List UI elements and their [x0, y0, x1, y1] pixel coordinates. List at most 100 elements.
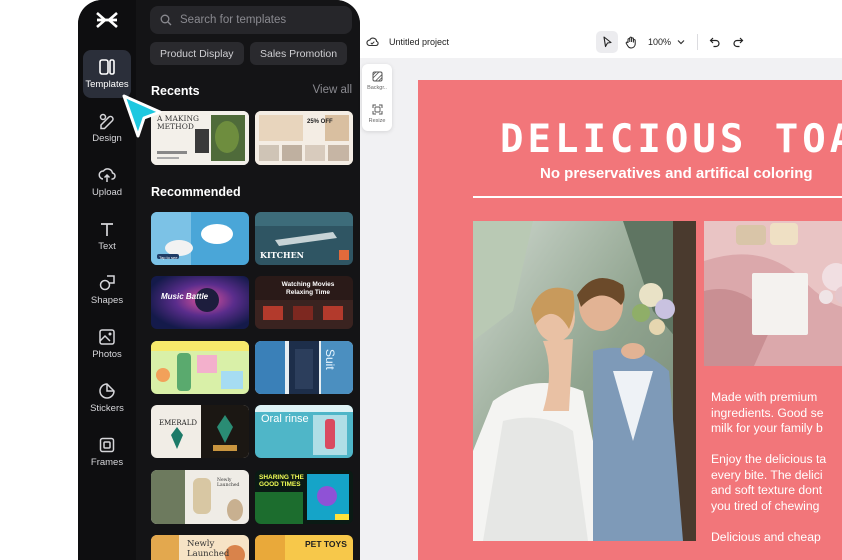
design-body-line[interactable]: ingredients. Good se	[711, 406, 823, 422]
accessories-photo[interactable]	[704, 221, 842, 366]
design-icon	[99, 113, 114, 130]
capcut-logo-icon	[96, 12, 118, 28]
thumb-text: Oral rinse	[261, 413, 309, 425]
resize-icon	[372, 104, 382, 115]
thumb-text: A MAKING METHOD	[157, 114, 200, 131]
frames-icon	[99, 437, 115, 453]
thumb-text: EMERALD	[159, 419, 197, 427]
recommended-template-thumb[interactable]: SHARING THE GOOD TIMES	[255, 470, 353, 524]
background-icon	[372, 71, 382, 82]
recommended-heading: Recommended	[151, 185, 241, 199]
sidebar-item-templates[interactable]: Templates	[83, 50, 131, 98]
thumb-text: Tap to see	[159, 255, 178, 260]
design-body-line[interactable]: Enjoy the delicious ta	[711, 452, 826, 468]
canvas-tool-panel: Backgr.. Resize	[362, 64, 392, 131]
undo-icon[interactable]	[709, 36, 721, 48]
sidebar-item-label: Stickers	[90, 403, 124, 414]
thumb-text: KITCHEN	[260, 250, 304, 260]
sidebar-item-label: Upload	[91, 187, 123, 198]
templates-icon	[99, 59, 115, 75]
thumb-text: Watching Movies Relaxing Time	[281, 281, 335, 296]
recommended-template-thumb[interactable]: PET TOYS	[255, 535, 353, 560]
template-preview-image	[255, 341, 353, 394]
background-button[interactable]: Backgr..	[362, 71, 392, 91]
templates-panel: Search for templates Product Display Sal…	[136, 0, 360, 560]
sidebar-item-label: Shapes	[90, 295, 124, 306]
chip-product-display[interactable]: Product Display	[150, 42, 244, 65]
recommended-template-thumb[interactable]: Watching Movies Relaxing Time	[255, 276, 353, 329]
design-body-line[interactable]: milk for your family b	[711, 421, 823, 437]
thumb-text: PET TOYS	[305, 539, 347, 549]
design-subtitle[interactable]: No preservatives and artifical coloring	[540, 165, 813, 182]
design-divider-line[interactable]	[473, 196, 842, 198]
shapes-icon	[99, 275, 115, 291]
sidebar-item-upload[interactable]: Upload	[83, 158, 131, 206]
recommended-template-thumb[interactable]: Oral rinse	[255, 405, 353, 458]
wedding-couple-image	[473, 221, 696, 541]
project-title[interactable]: Untitled project	[389, 37, 449, 47]
template-preview-image	[255, 111, 353, 165]
thumb-text: 25% OFF	[307, 119, 333, 125]
design-page[interactable]: DELICIOUS TOAST No preservatives and art…	[418, 80, 842, 560]
thumb-text: Music Battle	[161, 292, 209, 301]
template-preview-image	[151, 341, 249, 394]
pointer-icon	[603, 36, 612, 48]
recommended-template-thumb[interactable]: Music Battle	[151, 276, 249, 329]
sidebar-item-label: Photos	[92, 349, 122, 360]
thumb-text: Newly Launched	[187, 539, 230, 559]
sidebar-item-stickers[interactable]: Stickers	[83, 374, 131, 422]
design-body-line[interactable]: Delicious and cheap	[711, 530, 821, 546]
recommended-template-thumb[interactable]	[151, 341, 249, 394]
recommended-template-thumb[interactable]: Suit	[255, 341, 353, 394]
sidebar-item-label: Frames	[90, 457, 124, 468]
redo-icon[interactable]	[732, 36, 744, 48]
sidebar-item-label: Templates	[85, 79, 129, 90]
search-placeholder: Search for templates	[180, 14, 287, 26]
template-preview-image	[151, 405, 249, 458]
sidebar-item-label: Design	[92, 133, 122, 144]
recent-template-thumb[interactable]: 25% OFF	[255, 111, 353, 165]
photos-icon	[99, 329, 115, 345]
thumb-text: Suit	[323, 349, 337, 370]
screen: Templates Design Upload Text Shapes Phot…	[0, 0, 842, 560]
select-tool-button[interactable]	[596, 31, 618, 53]
sidebar-item-text[interactable]: Text	[83, 212, 131, 260]
wedding-photo[interactable]	[473, 221, 696, 541]
resize-button[interactable]: Resize	[362, 104, 392, 124]
mouse-cursor-icon	[122, 94, 162, 138]
thumb-text: SHARING THE GOOD TIMES	[259, 474, 304, 488]
view-all-link[interactable]: View all	[313, 84, 352, 96]
wedding-accessories-image	[704, 221, 842, 366]
sidebar-item-label: Text	[98, 241, 116, 252]
upload-icon	[98, 168, 116, 182]
cloud-save-icon[interactable]	[366, 36, 379, 48]
zoom-level[interactable]: 100%	[648, 37, 671, 47]
recommended-template-thumb[interactable]: EMERALD	[151, 405, 249, 458]
resize-button-label: Resize	[368, 118, 386, 124]
tool-rail: Templates Design Upload Text Shapes Phot…	[78, 0, 136, 560]
thumb-text: Newly Launched	[217, 478, 240, 488]
design-body-line[interactable]: you tired of chewing	[711, 499, 819, 515]
chip-sales-promotion[interactable]: Sales Promotion	[250, 42, 348, 65]
search-icon	[160, 14, 172, 26]
recent-template-thumb[interactable]: A MAKING METHOD	[151, 111, 249, 165]
text-icon	[101, 223, 113, 236]
toolbar-divider	[697, 34, 698, 50]
stickers-icon	[99, 383, 115, 399]
editor-side-panel: Templates Design Upload Text Shapes Phot…	[78, 0, 360, 560]
recommended-template-thumb[interactable]: Newly Launched	[151, 535, 249, 560]
design-title[interactable]: DELICIOUS TOAST	[500, 117, 842, 162]
recommended-template-thumb[interactable]: Tap to see	[151, 212, 249, 265]
sidebar-item-shapes[interactable]: Shapes	[83, 266, 131, 314]
recommended-template-thumb[interactable]: KITCHEN	[255, 212, 353, 265]
sidebar-item-frames[interactable]: Frames	[83, 428, 131, 476]
hand-tool-icon[interactable]	[625, 36, 637, 49]
design-body-line[interactable]: and soft texture dont	[711, 483, 822, 499]
design-body-line[interactable]: every bite. The delici	[711, 468, 823, 484]
template-search-input[interactable]: Search for templates	[150, 6, 352, 34]
background-button-label: Backgr..	[367, 85, 387, 91]
chevron-down-icon[interactable]	[677, 39, 685, 45]
design-body-line[interactable]: Made with premium	[711, 390, 817, 406]
sidebar-item-photos[interactable]: Photos	[83, 320, 131, 368]
recommended-template-thumb[interactable]: Newly Launched	[151, 470, 249, 524]
